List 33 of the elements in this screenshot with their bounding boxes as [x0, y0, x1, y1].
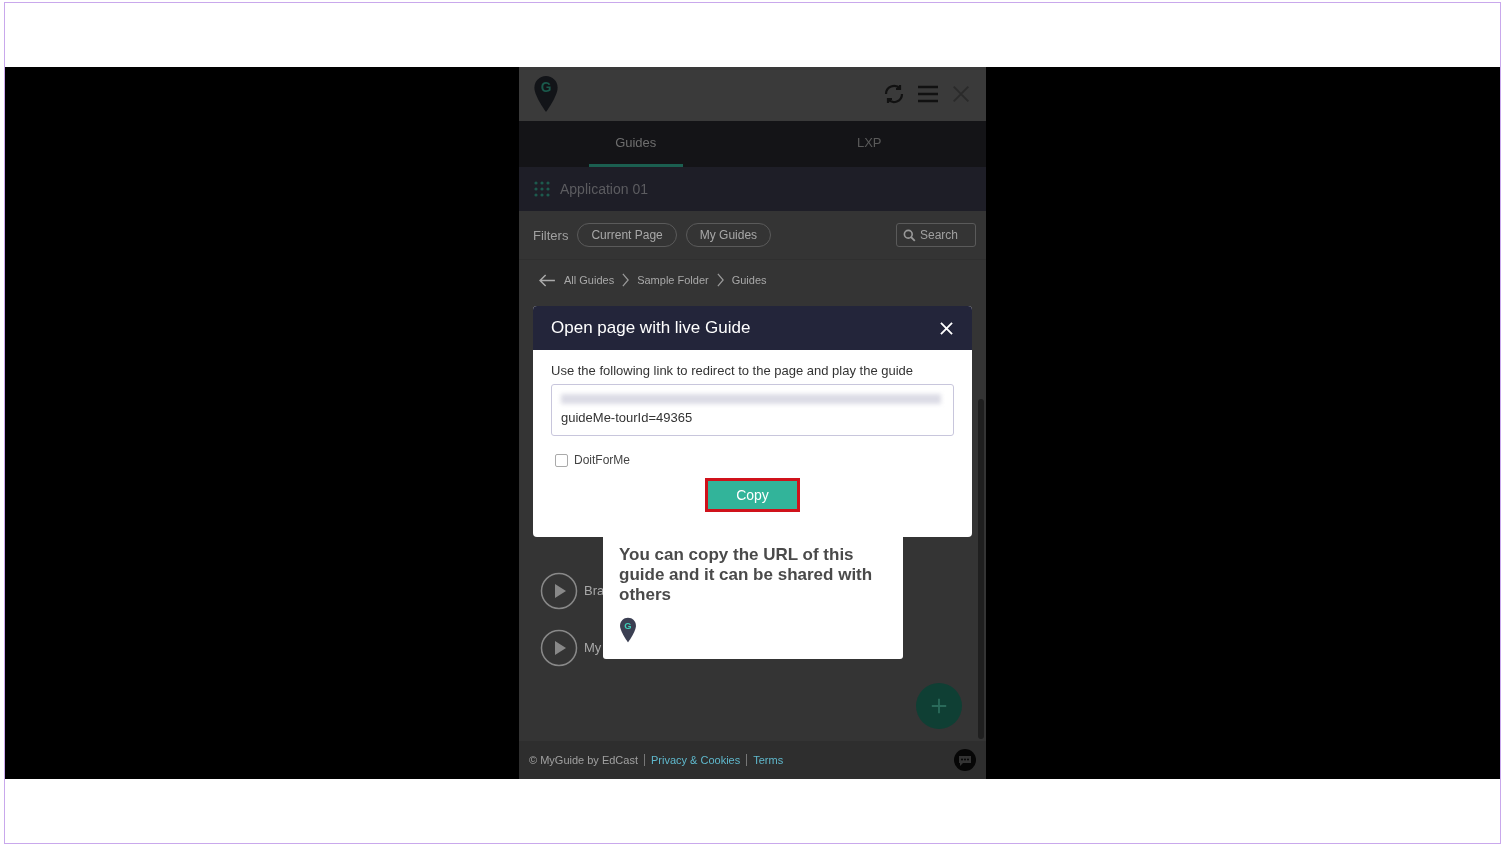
filters-label: Filters	[533, 227, 569, 243]
footer-link[interactable]: Privacy & Cookies	[651, 754, 741, 766]
breadcrumb-link[interactable]: Sample Folder	[637, 274, 709, 286]
footer-link[interactable]: Terms	[753, 754, 784, 766]
plus-icon	[930, 697, 948, 715]
application-name: Application 01	[560, 181, 648, 197]
search-icon	[903, 228, 916, 242]
tooltip-text: You can copy the URL of this guide and it can be shared with others	[619, 545, 874, 605]
guide-title[interactable]: Bra	[584, 583, 605, 598]
dialog-title: Open page with live Guide	[551, 318, 751, 338]
breadcrumb-link[interactable]: All Guides	[564, 274, 615, 286]
checkbox-label[interactable]: DoitForMe	[574, 453, 630, 467]
search-field[interactable]: Search	[896, 223, 976, 247]
grid-icon[interactable]	[533, 180, 551, 198]
logo-icon: G	[619, 617, 637, 643]
play-icon[interactable]	[540, 571, 578, 610]
logo-icon: G	[533, 75, 559, 113]
chat-icon[interactable]	[954, 749, 976, 771]
chevron-icon	[622, 273, 630, 287]
checkbox[interactable]	[555, 453, 568, 467]
dialog-description: Use the following link to redirect to the page and play the guide	[551, 363, 915, 378]
play-icon[interactable]	[540, 628, 578, 667]
link-value: guideMe-tourId=49365	[561, 410, 693, 425]
search-input[interactable]: Search	[920, 228, 968, 242]
link-field[interactable]: guideMe-tourId=49365	[551, 384, 954, 436]
chevron-icon	[716, 273, 724, 287]
guide-title[interactable]: My	[584, 640, 602, 655]
refresh-icon[interactable]	[882, 82, 906, 106]
add-button[interactable]	[916, 683, 962, 729]
copyright-text: © MyGuide by EdCast	[529, 754, 638, 766]
close-icon[interactable]	[940, 321, 953, 335]
back-arrow-icon[interactable]	[539, 273, 556, 287]
breadcrumb-link[interactable]: Guides	[731, 274, 767, 286]
